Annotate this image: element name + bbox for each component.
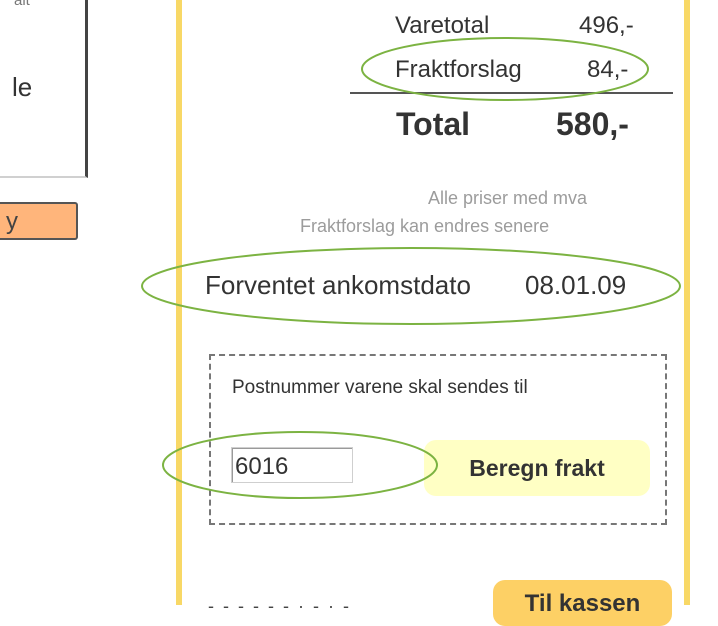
- left-action-button[interactable]: y: [0, 202, 78, 240]
- cart-frame-right-border: [684, 0, 690, 605]
- expected-arrival-label: Forventet ankomstdato: [205, 270, 471, 300]
- checkout-button[interactable]: Til kassen: [493, 580, 672, 626]
- left-panel: ait le: [0, 0, 88, 178]
- freight-change-note: Fraktforslag kan endres senere: [300, 216, 550, 236]
- shipping-estimate-label: Fraktforslag: [395, 56, 522, 83]
- left-panel-label-fragment: le: [12, 72, 33, 102]
- postal-code-label: Postnummer varene skal sendes til: [232, 377, 528, 398]
- left-action-button-label: y: [6, 208, 18, 235]
- subtotal-label: Varetotal: [395, 12, 490, 39]
- total-value: 580,-: [556, 106, 629, 142]
- checkout-note-fragment: - - - - - - · - · -: [208, 596, 351, 616]
- cart-frame-left-border: [176, 0, 182, 605]
- postal-code-input[interactable]: [231, 447, 353, 483]
- shipping-estimate-value: 84,-: [587, 56, 629, 83]
- total-divider: [350, 92, 673, 94]
- subtotal-value: 496,-: [579, 12, 634, 39]
- left-panel-text-fragment: ait: [14, 0, 30, 9]
- calculate-shipping-button[interactable]: Beregn frakt: [424, 440, 650, 496]
- vat-note: Alle priser med mva: [428, 188, 588, 208]
- total-label: Total: [396, 106, 471, 142]
- expected-arrival-date: 08.01.09: [525, 270, 627, 300]
